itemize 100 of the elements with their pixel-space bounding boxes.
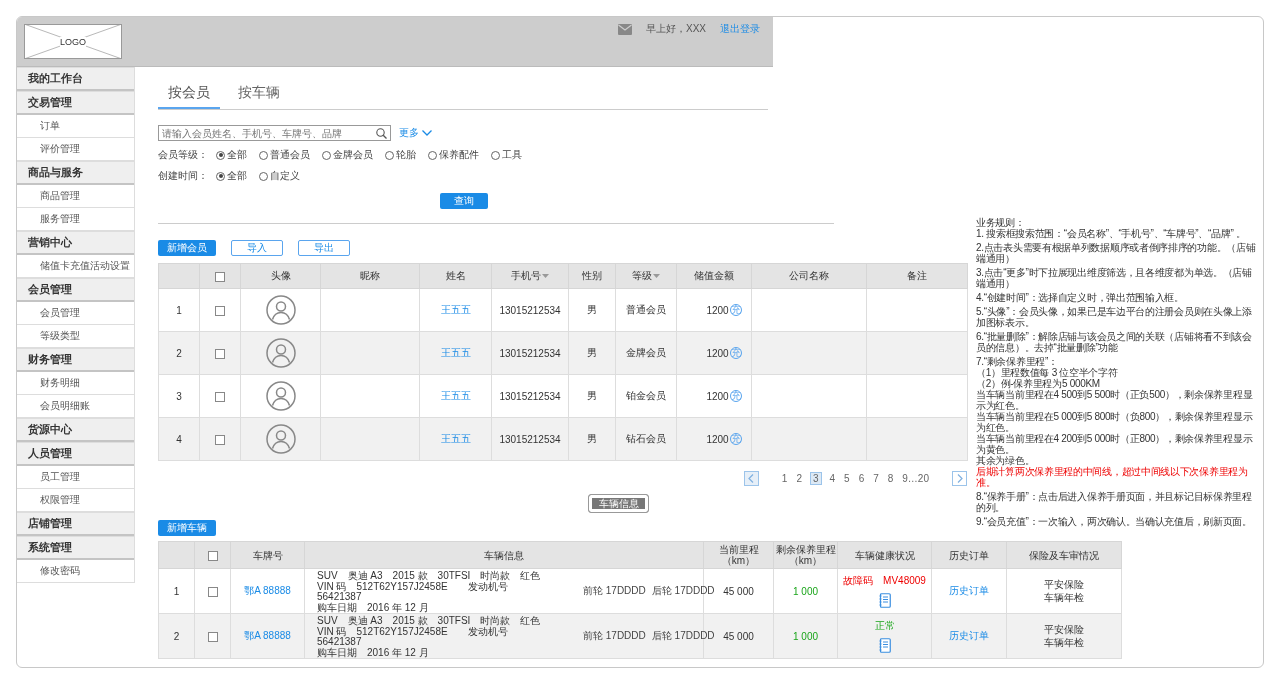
note-text: 当车辆当前里程在5 000到5 800时（负800），剩余保养里程显示为红色。 (976, 411, 1254, 433)
page-link[interactable]: 5 (843, 473, 851, 484)
table-cell: 男 (568, 331, 616, 375)
chevron-down-icon (422, 130, 432, 136)
column-header: 车辆健康状况 (837, 541, 932, 569)
sidebar-item[interactable]: 会员管理 (17, 302, 134, 325)
vehicle-info-line: 56421387 (317, 592, 363, 602)
note-text: 6.“批量删除”：解除店铺与该会员之间的关联（店铺将看不到该会员的信息）。去掉“批量删除”功能 (976, 331, 1253, 353)
member-name-link[interactable]: 王五五 (440, 304, 471, 315)
add-member-button[interactable]: 新增会员 (158, 240, 216, 256)
note-text: 其余为绿色。 (976, 455, 1036, 466)
column-header[interactable]: 等级 (632, 269, 652, 283)
sidebar-group[interactable]: 系统管理 (17, 536, 134, 560)
table-cell: 男 (568, 417, 616, 461)
page-link[interactable]: 1 (780, 473, 789, 484)
radio-option[interactable]: 轮胎 (385, 148, 416, 162)
member-name-link[interactable]: 王五五 (440, 390, 471, 401)
column-header: 昵称 (320, 263, 420, 289)
note-text: 5.“头像”：会员头像，如果已是车边平台的注册会员则在头像上添加图标表示。 (976, 306, 1253, 328)
note-text: 4.“创建时间”：选择自定义时，弹出范围输入框。 (976, 292, 1185, 303)
tab[interactable]: 按会员 (158, 79, 220, 109)
column-header: 储值金额 (676, 263, 752, 289)
next-page-button[interactable] (952, 471, 967, 486)
sidebar-group[interactable]: 会员管理 (17, 278, 134, 302)
insurance-text: 平安保险 (1044, 623, 1084, 636)
tab[interactable]: 按车辆 (228, 79, 290, 109)
import-button[interactable]: 导入 (231, 240, 283, 256)
avatar-icon (265, 381, 296, 411)
radio-option[interactable]: 工具 (491, 148, 522, 162)
sidebar-group[interactable]: 交易管理 (17, 91, 134, 115)
notebook-icon[interactable] (878, 593, 891, 608)
checkbox[interactable] (215, 305, 225, 316)
radio-option[interactable]: 金牌会员 (322, 148, 373, 162)
checkbox[interactable] (215, 434, 225, 445)
chevron-left-icon (748, 474, 755, 483)
table-cell: 1 000 (773, 568, 838, 614)
radio-option[interactable]: 全部 (216, 148, 247, 162)
front-tire-text: 前轮 17DDDD (583, 584, 646, 598)
more-filters-link[interactable]: 更多 (399, 126, 432, 140)
sidebar-group[interactable]: 财务管理 (17, 348, 134, 372)
note-text: 9.“会员充值”：一次输入，两次确认。当确认充值后，刷新页面。 (976, 516, 1253, 527)
radio-option[interactable]: 全部 (216, 169, 247, 183)
checkbox[interactable] (207, 586, 218, 597)
sidebar-group[interactable]: 商品与服务 (17, 161, 134, 185)
radio-option[interactable]: 保养配件 (428, 148, 479, 162)
checkbox[interactable] (207, 631, 218, 642)
page-link[interactable]: 9…20 (901, 473, 930, 484)
sidebar-group[interactable]: 我的工作台 (17, 67, 134, 91)
checkbox[interactable] (215, 348, 225, 359)
sort-caret-icon[interactable] (542, 273, 549, 279)
vehicle-info-line: 购车日期 2016 年 12 月 (317, 602, 430, 613)
checkbox[interactable] (215, 391, 225, 402)
greeting-text: 早上好，XXX (646, 22, 706, 36)
note-text: （2）例-保养里程为5 000KM (976, 378, 1100, 389)
notebook-icon[interactable] (878, 638, 891, 653)
table-cell: 1 (158, 288, 200, 332)
notes-title: 业务规则： (976, 217, 1025, 228)
checkbox[interactable] (207, 550, 218, 561)
page-link[interactable]: 8 (886, 473, 895, 484)
table-cell: 普通会员 (615, 288, 677, 332)
sort-caret-icon[interactable] (653, 273, 660, 279)
add-vehicle-button[interactable]: 新增车辆 (158, 520, 216, 536)
sidebar-item[interactable]: 财务明细 (17, 372, 134, 395)
search-icon[interactable] (376, 127, 387, 139)
sidebar-group[interactable]: 货源中心 (17, 418, 134, 442)
note-text: 后期计算两次保养里程的中间线，超过中间线以下次保养里程为准。 (976, 466, 1249, 488)
page-link[interactable]: 2 (795, 473, 803, 484)
table-cell: 1 (158, 568, 195, 614)
radio-option[interactable]: 自定义 (259, 169, 300, 183)
search-field[interactable]: 请输入会员姓名、手机号、车牌号、品牌 (158, 125, 391, 141)
column-header: 性别 (568, 263, 616, 289)
page-link[interactable]: 4 (828, 473, 837, 484)
radio-option[interactable]: 普通会员 (259, 148, 310, 162)
checkbox[interactable] (215, 271, 225, 282)
order-history-link[interactable]: 历史订单 (949, 585, 989, 596)
page-link[interactable]: 7 (872, 473, 880, 484)
sidebar-item[interactable]: 订单 (17, 115, 134, 138)
column-header: 保险及车审情况 (1006, 541, 1122, 569)
mail-icon[interactable] (618, 23, 632, 35)
filter-label: 创建时间： (158, 169, 208, 183)
plate-link[interactable]: 鄂A 88888 (244, 585, 291, 596)
sidebar-group[interactable]: 营销中心 (17, 231, 134, 255)
vehicle-info-button[interactable]: 车辆信息 (588, 494, 649, 513)
sidebar-group[interactable]: 店铺管理 (17, 512, 134, 536)
balance-text: 1200 (706, 347, 729, 359)
sidebar-item[interactable]: 商品管理 (17, 185, 134, 208)
table-cell: 男 (568, 288, 616, 332)
note-text: （1）里程数值每 3 位空半个字符 (976, 367, 1119, 378)
image-placeholder-icon (24, 24, 122, 59)
previous-page-button[interactable] (743, 471, 759, 486)
page-link[interactable]: 6 (857, 473, 866, 484)
query-button[interactable]: 查询 (440, 193, 488, 209)
sidebar-item[interactable]: 员工管理 (17, 466, 134, 489)
sidebar-item[interactable]: 修改密码 (17, 560, 134, 583)
export-button[interactable]: 导出 (298, 240, 350, 256)
sidebar-group[interactable]: 人员管理 (17, 442, 134, 466)
note-text: 3.点击“更多”时下拉展现出维度筛选，且各维度都为单选。（店铺端通用） (976, 267, 1253, 289)
column-header: 头像 (240, 263, 321, 289)
rear-tire-text: 后轮 17DDDD (651, 584, 715, 598)
page-link[interactable]: 3 (809, 472, 822, 485)
